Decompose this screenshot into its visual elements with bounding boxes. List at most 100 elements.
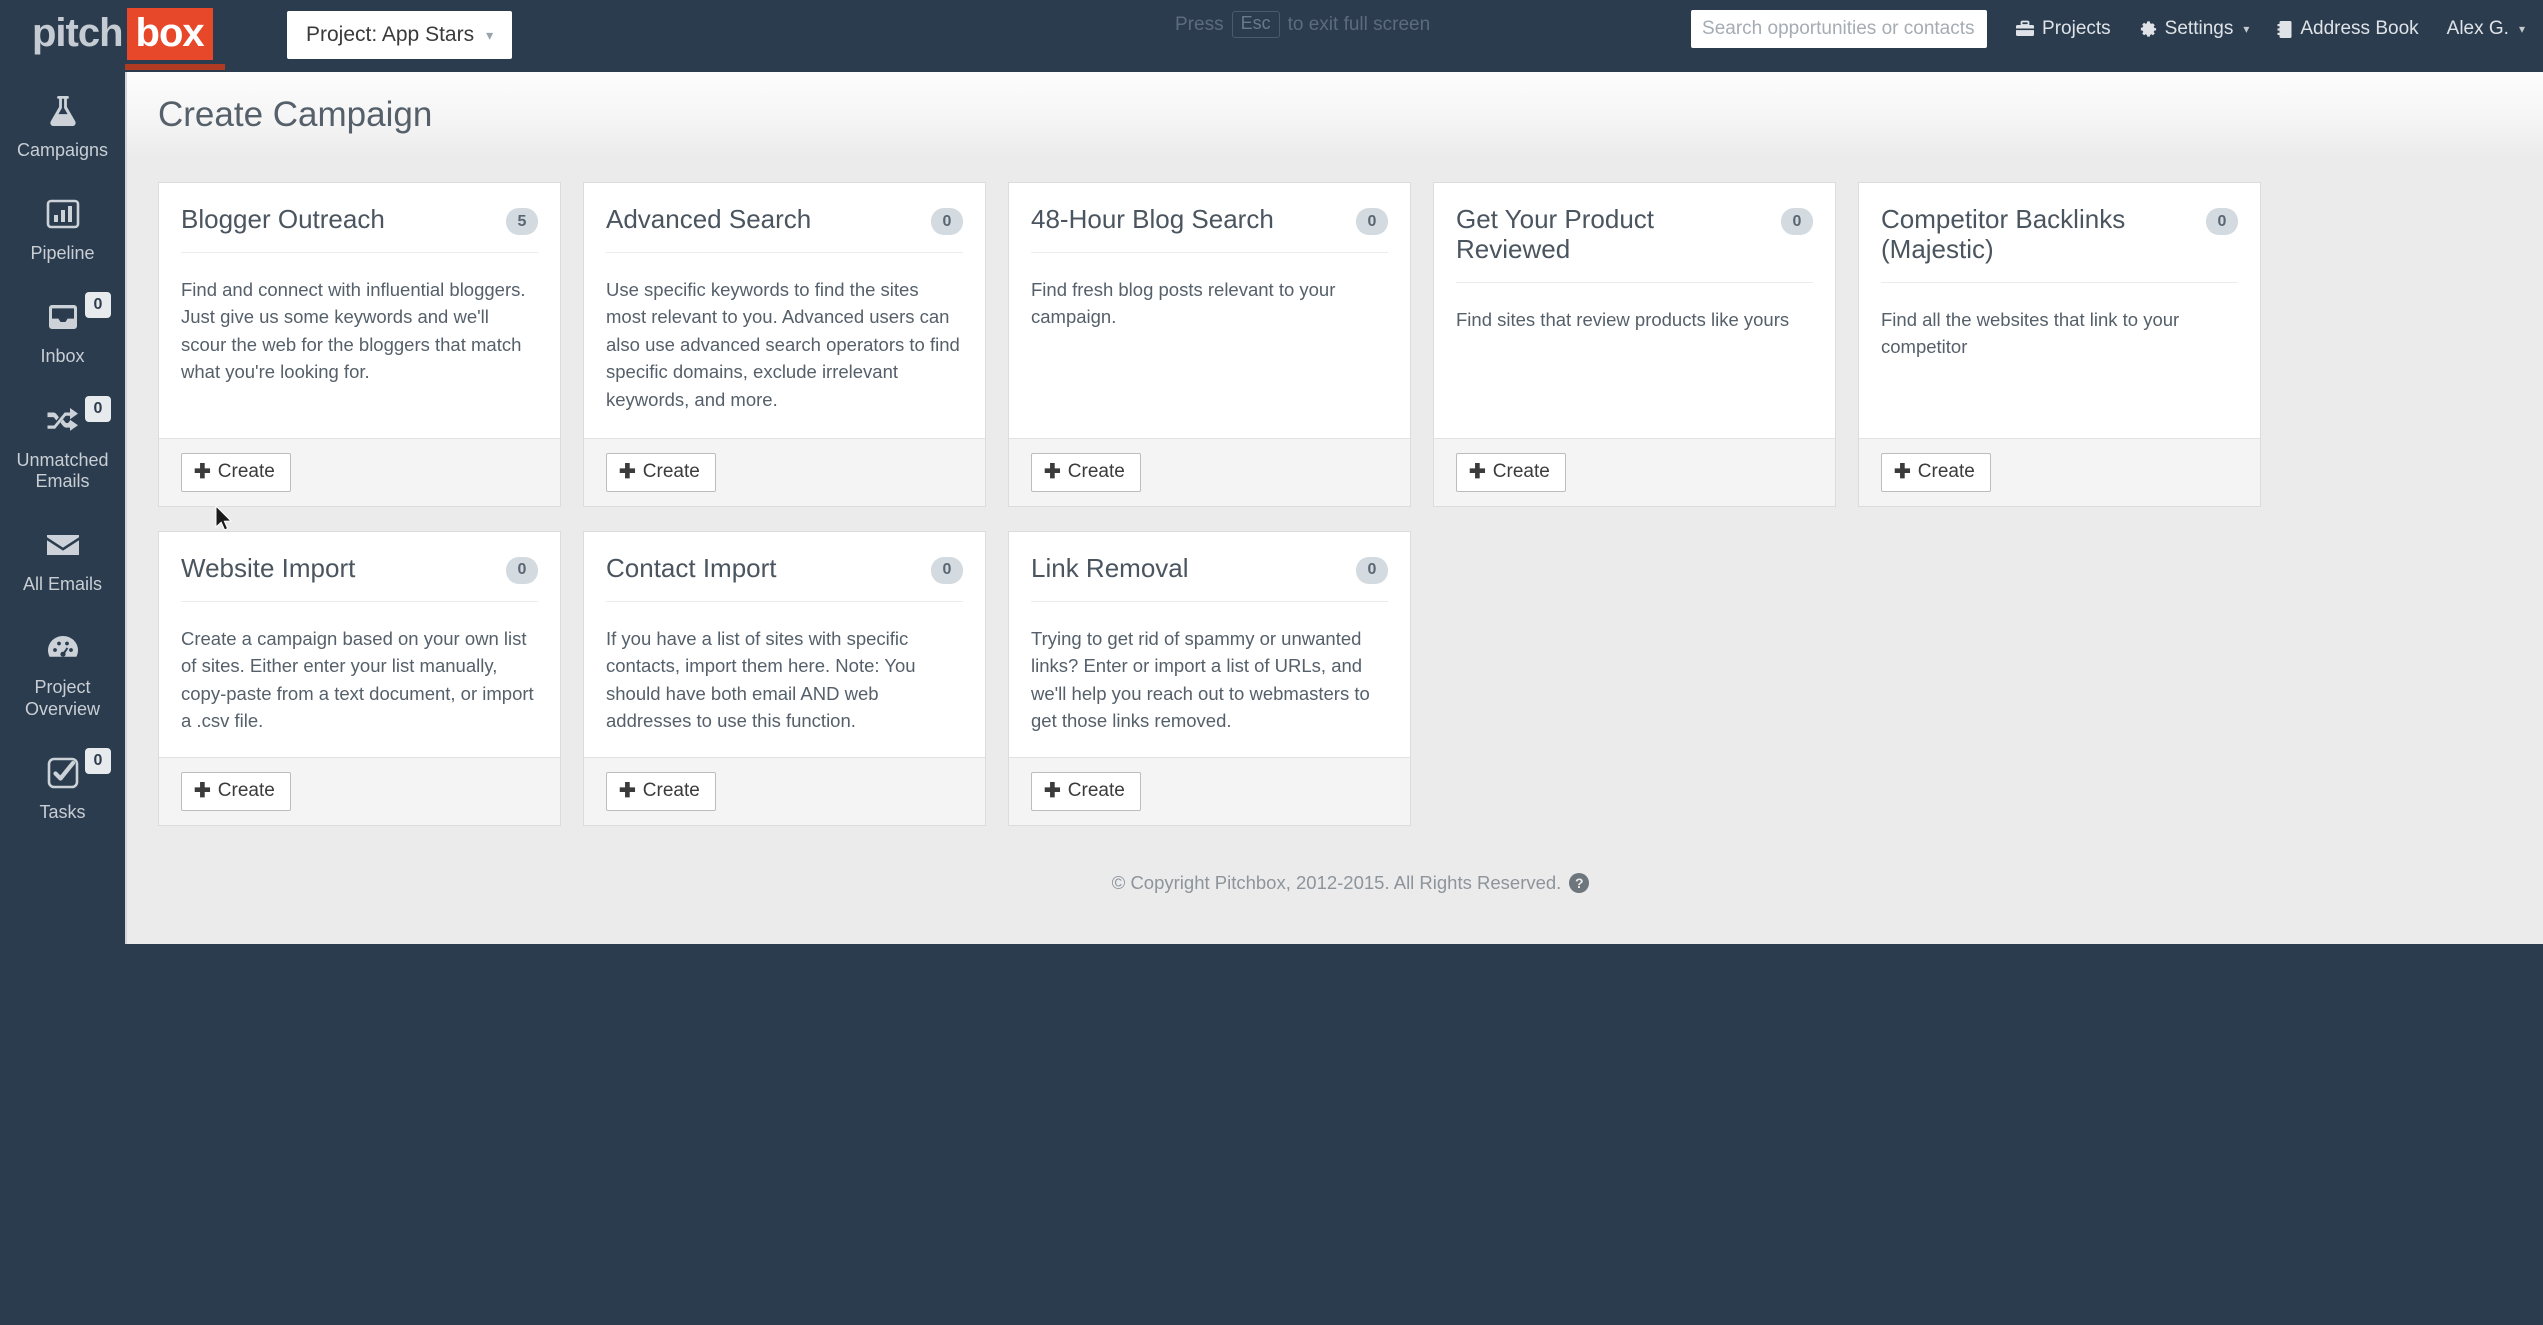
campaign-card[interactable]: Link Removal 0 Trying to get rid of spam… xyxy=(1008,530,1411,826)
campaign-card[interactable]: Competitor Backlinks (Majestic) 0 Find a… xyxy=(1858,182,2261,507)
campaign-card[interactable]: Contact Import 0 If you have a list of s… xyxy=(583,530,986,826)
create-button-label: Create xyxy=(1067,460,1125,482)
page-header: Create Campaign xyxy=(127,72,2543,158)
plus-icon: ✚ xyxy=(1469,460,1486,483)
create-button[interactable]: ✚ Create xyxy=(1456,452,1566,492)
create-button[interactable]: ✚ Create xyxy=(181,452,291,492)
plus-icon: ✚ xyxy=(1894,460,1911,483)
card-description: Create a campaign based on your own list… xyxy=(181,627,534,731)
sidebar: Campaigns Pipeline 0 Inbox 0 Unmatched E… xyxy=(0,72,125,1325)
nav-address-book[interactable]: Address Book xyxy=(2277,18,2419,40)
check-square-icon xyxy=(47,750,79,796)
sidebar-item-campaigns[interactable]: Campaigns xyxy=(0,72,125,175)
plus-icon: ✚ xyxy=(1044,779,1061,802)
nav-projects[interactable]: Projects xyxy=(2015,18,2111,40)
esc-key-badge: Esc xyxy=(1231,11,1280,38)
card-count-badge: 0 xyxy=(506,556,538,584)
sidebar-badge-tasks: 0 xyxy=(85,747,111,774)
card-title: Blogger Outreach xyxy=(181,204,385,234)
card-description: Find fresh blog posts relevant to your c… xyxy=(1031,279,1336,328)
sidebar-item-label: Tasks xyxy=(39,801,86,822)
sidebar-item-pipeline[interactable]: Pipeline xyxy=(0,175,125,278)
card-count-badge: 5 xyxy=(506,208,538,235)
card-description: If you have a list of sites with specifi… xyxy=(606,627,916,731)
card-count-badge: 0 xyxy=(1356,208,1388,235)
card-count-badge: 0 xyxy=(1781,208,1813,235)
app-logo[interactable]: pitch box xyxy=(30,8,213,60)
book-icon xyxy=(2277,20,2293,39)
create-button-label: Create xyxy=(642,460,700,482)
create-button-label: Create xyxy=(217,779,275,801)
project-selector-button[interactable]: Project: App Stars ▾ xyxy=(287,11,513,59)
plus-icon: ✚ xyxy=(194,779,211,802)
chevron-down-icon: ▾ xyxy=(2243,22,2250,36)
chevron-down-icon: ▾ xyxy=(486,26,494,43)
logo-text-primary: pitch xyxy=(32,11,124,55)
create-button-label: Create xyxy=(1492,460,1550,482)
sidebar-item-inbox[interactable]: 0 Inbox xyxy=(0,278,125,381)
nav-user-menu[interactable]: Alex G. ▾ xyxy=(2447,18,2525,40)
campaign-card[interactable]: Get Your Product Reviewed 0 Find sites t… xyxy=(1433,182,1836,507)
envelope-icon xyxy=(45,522,81,568)
sidebar-item-label: Inbox xyxy=(40,346,85,367)
logo-text-accent: box xyxy=(126,8,213,60)
create-button[interactable]: ✚ Create xyxy=(1031,452,1141,492)
nav-user-label: Alex G. xyxy=(2446,18,2509,39)
hint-suffix: to exit full screen xyxy=(1287,13,1431,35)
campaign-card[interactable]: 48-Hour Blog Search 0 Find fresh blog po… xyxy=(1008,182,1411,507)
card-title: Competitor Backlinks (Majestic) xyxy=(1881,204,2126,264)
campaign-card[interactable]: Advanced Search 0 Use specific keywords … xyxy=(583,182,986,507)
campaign-card[interactable]: Website Import 0 Create a campaign based… xyxy=(158,530,561,826)
create-button[interactable]: ✚ Create xyxy=(1031,771,1141,811)
sidebar-item-label: Unmatched Emails xyxy=(16,449,109,491)
card-header: Competitor Backlinks (Majestic) 0 xyxy=(1859,183,2260,265)
create-button[interactable]: ✚ Create xyxy=(181,771,291,811)
card-footer: ✚ Create xyxy=(584,756,985,825)
sidebar-item-tasks[interactable]: 0 Tasks xyxy=(0,734,125,837)
help-icon[interactable]: ? xyxy=(1569,872,1590,893)
create-button[interactable]: ✚ Create xyxy=(606,452,716,492)
bar-chart-icon xyxy=(46,191,80,237)
dashboard-icon xyxy=(45,625,81,671)
plus-icon: ✚ xyxy=(619,460,636,483)
create-button[interactable]: ✚ Create xyxy=(606,771,716,811)
card-count-badge: 0 xyxy=(931,556,963,584)
card-title: Contact Import xyxy=(606,552,777,583)
sidebar-item-label: Campaigns xyxy=(16,140,109,160)
card-header: Website Import 0 xyxy=(159,532,560,584)
card-footer: ✚ Create xyxy=(1859,437,2260,506)
card-count-badge: 0 xyxy=(931,208,963,235)
sidebar-item-project-overview[interactable]: Project Overview xyxy=(0,609,125,733)
card-footer: ✚ Create xyxy=(1009,756,1410,825)
card-title: Link Removal xyxy=(1031,552,1189,583)
inbox-icon xyxy=(45,294,81,340)
card-count-badge: 0 xyxy=(1356,556,1388,584)
search-input[interactable] xyxy=(1691,10,1988,48)
card-footer: ✚ Create xyxy=(1009,437,1410,506)
create-button[interactable]: ✚ Create xyxy=(1881,452,1991,492)
card-header: Contact Import 0 xyxy=(584,532,985,584)
plus-icon: ✚ xyxy=(1044,460,1061,483)
card-description: Use specific keywords to find the sites … xyxy=(606,279,960,410)
copyright-text: © Copyright Pitchbox, 2012-2015. All Rig… xyxy=(1111,871,1562,893)
card-header: Link Removal 0 xyxy=(1009,532,1410,584)
sidebar-item-all-emails[interactable]: All Emails xyxy=(0,506,125,609)
campaign-card[interactable]: Blogger Outreach 5 Find and connect with… xyxy=(158,182,561,507)
hint-prefix: Press xyxy=(1175,13,1224,35)
logo-active-indicator xyxy=(125,64,225,70)
create-button-label: Create xyxy=(642,779,700,801)
card-count-badge: 0 xyxy=(2206,208,2238,235)
card-footer: ✚ Create xyxy=(1434,437,1835,506)
gear-icon xyxy=(2139,20,2158,39)
sidebar-item-label: Pipeline xyxy=(30,243,95,264)
project-selector-label: Project: App Stars xyxy=(306,23,475,46)
sidebar-item-unmatched-emails[interactable]: 0 Unmatched Emails xyxy=(0,382,125,506)
card-header: 48-Hour Blog Search 0 xyxy=(1009,183,1410,235)
card-title: Get Your Product Reviewed xyxy=(1456,204,1655,264)
sidebar-badge-inbox: 0 xyxy=(85,292,111,319)
card-footer: ✚ Create xyxy=(159,437,560,506)
flask-icon xyxy=(46,88,80,134)
nav-settings[interactable]: Settings ▾ xyxy=(2139,18,2250,40)
create-button-label: Create xyxy=(1067,779,1125,801)
plus-icon: ✚ xyxy=(194,460,211,483)
